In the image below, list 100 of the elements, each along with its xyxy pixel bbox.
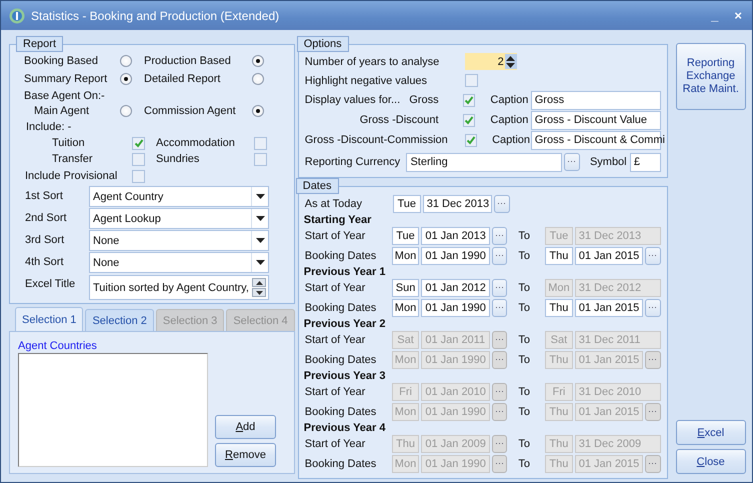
radio-button[interactable] [120, 105, 132, 117]
action-button[interactable]: Close [676, 449, 746, 474]
section-label: Base Agent On:- [24, 88, 106, 103]
checkbox[interactable] [132, 152, 145, 166]
caption-field[interactable]: Gross - Discount Value [530, 110, 661, 130]
date-field[interactable]: 01 Jan 1990 [421, 299, 490, 317]
field-label: Booking Dates [304, 302, 378, 314]
checkbox[interactable] [462, 94, 476, 106]
field-label: 1st Sort [24, 189, 64, 204]
date-field[interactable]: 31 Dec 2013 [422, 195, 492, 213]
dropdown[interactable]: None [89, 252, 269, 273]
radio-button[interactable] [252, 73, 264, 85]
day-field: Tue [392, 195, 421, 213]
day-field: Mon [545, 279, 573, 297]
day-field: Mon [392, 455, 420, 473]
option-label: Include Provisional [25, 170, 118, 182]
tab[interactable]: Selection 1 [15, 307, 84, 331]
option-label: Gross [409, 94, 439, 106]
field-label: Booking Dates [304, 406, 378, 418]
text-area[interactable]: Tuition sorted by Agent Country, [89, 275, 269, 300]
field-label: Start of Year [304, 386, 366, 398]
picker-button[interactable] [644, 247, 661, 265]
caret-icon [256, 194, 264, 199]
action-button[interactable]: Add [215, 415, 276, 439]
year-heading: Previous Year 1 [304, 266, 386, 278]
picker-button[interactable] [492, 279, 508, 297]
symbol-field[interactable]: £ [630, 152, 661, 172]
checkbox[interactable] [464, 74, 478, 87]
option-label: Gross -Discount [360, 114, 439, 126]
picker-button[interactable] [494, 195, 510, 213]
radio-button[interactable] [120, 73, 132, 85]
spin-arrows[interactable] [504, 54, 517, 69]
action-button[interactable]: Remove [215, 443, 276, 467]
picker-button[interactable] [492, 299, 508, 317]
field-label: To [517, 438, 532, 450]
date-field[interactable]: 01 Jan 2015 [574, 247, 643, 265]
caption-field[interactable]: Gross [530, 90, 661, 110]
currency-field[interactable]: Sterling [406, 152, 562, 172]
checkbox[interactable] [132, 170, 145, 182]
option-label: Detailed Report [144, 72, 222, 87]
field-label: As at Today [304, 198, 364, 210]
radio-button[interactable] [252, 105, 264, 117]
day-field: Fri [392, 383, 420, 401]
checkbox[interactable] [254, 152, 267, 166]
checkbox[interactable] [254, 136, 267, 150]
window-title: Statistics - Booking and Production (Extended) [31, 8, 280, 22]
checkbox[interactable] [132, 136, 145, 150]
field-label: To [517, 250, 531, 262]
orb-icon [9, 8, 25, 24]
picker-button[interactable] [492, 247, 508, 265]
day-field: Mon [392, 403, 420, 421]
option-label: Main Agent [33, 104, 90, 119]
caret-icon [256, 216, 264, 221]
section-label: Display values for... [304, 94, 400, 106]
field-label: Booking Dates [304, 354, 378, 366]
day-field: Thu [545, 455, 573, 473]
checkbox[interactable] [464, 134, 478, 146]
checkbox[interactable] [462, 114, 476, 126]
field-label: Symbol [590, 156, 628, 168]
radio-button[interactable] [252, 55, 264, 67]
minimize-button[interactable]: _ [709, 8, 720, 23]
field-label: Reporting Currency [304, 156, 402, 168]
day-field: Thu [545, 299, 573, 317]
date-field[interactable]: 01 Jan 2013 [421, 227, 490, 245]
dropdown[interactable]: None [89, 230, 269, 251]
date-field[interactable]: 01 Jan 1990 [421, 247, 490, 265]
group-label: Report [16, 36, 64, 52]
dropdown[interactable]: Agent Country [89, 186, 269, 207]
group-label: Options [296, 36, 349, 52]
exchange-rate-button[interactable]: Reporting Exchange Rate Maint. [676, 43, 746, 110]
option-label: Tuition [52, 136, 86, 151]
day-field: Sat [392, 331, 420, 349]
scroll-arrows[interactable] [252, 278, 268, 297]
action-button[interactable]: Excel [676, 420, 746, 445]
option-label: Highlight negative values [304, 74, 428, 86]
picker-button[interactable] [644, 299, 661, 317]
group-label: Dates [296, 178, 338, 194]
year-heading: Previous Year 3 [304, 370, 386, 382]
number-field[interactable]: 2 [464, 53, 517, 70]
field-label: Excel Title [24, 277, 76, 292]
tab[interactable]: Selection 2 [85, 309, 154, 331]
list-label: Agent Countries [18, 340, 97, 352]
date-field[interactable]: 01 Jan 2012 [421, 279, 490, 297]
radio-button[interactable] [120, 55, 132, 67]
field-label: Start of Year [304, 282, 366, 294]
day-field: Sun [392, 279, 420, 297]
dropdown[interactable]: Agent Lookup [89, 208, 269, 229]
field-label: Caption [490, 94, 530, 106]
year-heading: Starting Year [304, 214, 372, 226]
field-label: Caption [490, 114, 530, 126]
date-field[interactable]: 01 Jan 2015 [574, 299, 643, 317]
picker-button[interactable] [564, 153, 580, 171]
field-label: To [517, 282, 532, 294]
option-label: Gross -Discount-Commission [304, 134, 448, 146]
caret-icon [256, 238, 264, 243]
option-label: Booking Based [24, 54, 99, 69]
picker-button[interactable] [492, 227, 508, 245]
day-field: Thu [545, 351, 573, 369]
day-field: Fri [545, 383, 573, 401]
list-box[interactable] [18, 353, 208, 467]
